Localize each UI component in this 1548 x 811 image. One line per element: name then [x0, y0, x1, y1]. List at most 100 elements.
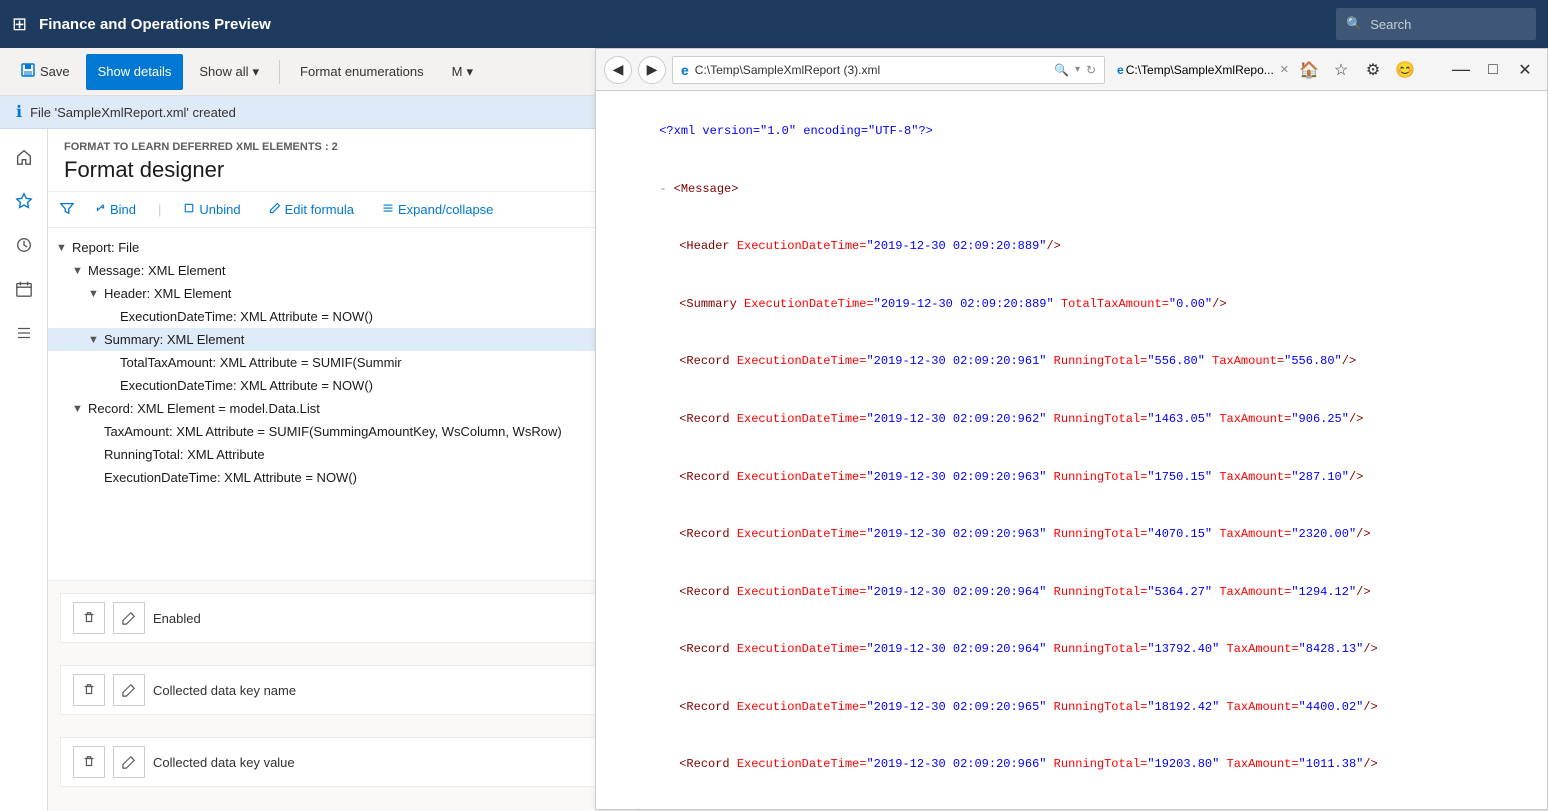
format-subtitle: FORMAT TO LEARN DEFERRED XML ELEMENTS : … — [64, 141, 621, 153]
xml-record-9: <Record ExecutionDateTime="2019-12-30 02… — [616, 794, 1527, 809]
tab2-close-icon[interactable]: ✕ — [1280, 63, 1289, 76]
home-browser-icon[interactable]: 🏠 — [1295, 56, 1323, 84]
show-details-button[interactable]: Show details — [86, 54, 184, 90]
tree-container: ▼ Report: File ▼ Message: XML Element ▼ … — [48, 228, 637, 580]
tree-item-total-tax-amount[interactable]: TotalTaxAmount: XML Attribute = SUMIF(Su… — [48, 351, 637, 374]
app-title: Finance and Operations Preview — [39, 16, 1324, 33]
search-input[interactable] — [1370, 17, 1510, 32]
back-button[interactable]: ◀ — [604, 56, 632, 84]
xml-record-6: <Record ExecutionDateTime="2019-12-30 02… — [616, 621, 1527, 679]
tab2-title: C:\Temp\SampleXmlRepo... — [1126, 63, 1274, 77]
tree-item-record[interactable]: ▼ Record: XML Element = model.Data.List — [48, 397, 637, 420]
search-icon: 🔍 — [1346, 16, 1362, 32]
app-grid-icon[interactable]: ⊞ — [12, 14, 27, 35]
field-row-enabled: Enabled — [60, 593, 625, 643]
xml-summary: <Summary ExecutionDateTime="2019-12-30 0… — [616, 276, 1527, 334]
ie-address-icon: e — [681, 62, 689, 78]
browser-chrome: ◀ ▶ e C:\Temp\SampleXmlReport (3).xml 🔍 … — [596, 49, 1547, 91]
xml-header: <Header ExecutionDateTime="2019-12-30 02… — [616, 218, 1527, 276]
notification-message: File 'SampleXmlReport.xml' created — [30, 105, 236, 120]
xml-viewer-panel: ◀ ▶ e C:\Temp\SampleXmlReport (3).xml 🔍 … — [595, 48, 1548, 810]
refresh-icon[interactable]: ↻ — [1086, 63, 1096, 77]
expand-icon — [382, 202, 394, 217]
address-bar[interactable]: e C:\Temp\SampleXmlReport (3).xml 🔍 ▾ ↻ — [672, 56, 1105, 84]
tree-item-execution-datetime-2[interactable]: ExecutionDateTime: XML Attribute = NOW() — [48, 374, 637, 397]
save-icon — [20, 62, 36, 81]
xml-record-1: <Record ExecutionDateTime="2019-12-30 02… — [616, 333, 1527, 391]
unbind-icon — [183, 202, 195, 217]
tree-item-report[interactable]: ▼ Report: File — [48, 236, 637, 259]
left-sidebar — [0, 129, 48, 811]
tab2-favicon: e — [1117, 63, 1124, 77]
window-controls: 🏠 ☆ ⚙ 😊 — □ ✕ — [1295, 56, 1539, 84]
edit-enabled-button[interactable] — [113, 602, 145, 634]
fav-browser-icon[interactable]: ☆ — [1327, 56, 1355, 84]
format-designer-panel: FORMAT TO LEARN DEFERRED XML ELEMENTS : … — [48, 129, 638, 811]
tree-item-message[interactable]: ▼ Message: XML Element — [48, 259, 637, 282]
xml-message-open: - <Message> — [616, 161, 1527, 219]
sidebar-clock-icon[interactable] — [4, 225, 44, 265]
more-button[interactable]: M ▾ — [440, 54, 485, 90]
sidebar-star-icon[interactable] — [4, 181, 44, 221]
info-icon: ℹ — [16, 102, 22, 122]
search-box[interactable]: 🔍 — [1336, 8, 1536, 40]
pencil-icon — [269, 202, 281, 217]
minimize-window-button[interactable]: — — [1447, 56, 1475, 84]
field-label-enabled: Enabled — [153, 611, 201, 626]
dropdown-address-icon[interactable]: ▾ — [1075, 64, 1080, 75]
filter-icon[interactable] — [60, 201, 74, 218]
search-address-icon[interactable]: 🔍 — [1054, 63, 1069, 77]
maximize-window-button[interactable]: □ — [1479, 56, 1507, 84]
sidebar-home-icon[interactable] — [4, 137, 44, 177]
field-label-collected-key-value: Collected data key value — [153, 755, 295, 770]
sidebar-list-icon[interactable] — [4, 313, 44, 353]
tree-item-tax-amount[interactable]: TaxAmount: XML Attribute = SUMIF(Summing… — [48, 420, 637, 443]
xml-record-5: <Record ExecutionDateTime="2019-12-30 02… — [616, 564, 1527, 622]
delete-key-name-button[interactable] — [73, 674, 105, 706]
delete-key-value-button[interactable] — [73, 746, 105, 778]
collapse-icon-record: ▼ — [72, 403, 88, 415]
format-title: Format designer — [64, 157, 621, 183]
bind-button[interactable]: Bind — [86, 198, 144, 221]
forward-button[interactable]: ▶ — [638, 56, 666, 84]
xml-declaration: <?xml version="1.0" encoding="UTF-8"?> — [616, 103, 1527, 161]
action-bar: Bind | Unbind Edit formula Expand/collap… — [48, 192, 637, 228]
field-row-collected-key-name: Collected data key name — [60, 665, 625, 715]
xml-record-2: <Record ExecutionDateTime="2019-12-30 02… — [616, 391, 1527, 449]
settings-browser-icon[interactable]: ⚙ — [1359, 56, 1387, 84]
save-button[interactable]: Save — [8, 54, 82, 90]
xml-record-7: <Record ExecutionDateTime="2019-12-30 02… — [616, 679, 1527, 737]
field-label-collected-key-name: Collected data key name — [153, 683, 296, 698]
xml-record-4: <Record ExecutionDateTime="2019-12-30 02… — [616, 506, 1527, 564]
format-enumerations-button[interactable]: Format enumerations — [288, 54, 436, 90]
edit-key-name-button[interactable] — [113, 674, 145, 706]
tree-item-summary[interactable]: ▼ Summary: XML Element — [48, 328, 637, 351]
collapse-icon-report: ▼ — [56, 242, 72, 254]
dropdown-arrow-icon: ▾ — [253, 64, 260, 80]
xml-content: <?xml version="1.0" encoding="UTF-8"?> -… — [596, 91, 1547, 809]
tree-item-execution-datetime[interactable]: ExecutionDateTime: XML Attribute = NOW() — [48, 305, 637, 328]
top-nav-bar: ⊞ Finance and Operations Preview 🔍 — [0, 0, 1548, 48]
field-row-collected-key-value: Collected data key value — [60, 737, 625, 787]
address-text: C:\Temp\SampleXmlReport (3).xml — [695, 63, 1048, 77]
delete-enabled-button[interactable] — [73, 602, 105, 634]
tree-item-header[interactable]: ▼ Header: XML Element — [48, 282, 637, 305]
edit-key-value-button[interactable] — [113, 746, 145, 778]
unbind-button[interactable]: Unbind — [175, 198, 248, 221]
edit-formula-button[interactable]: Edit formula — [261, 198, 362, 221]
xml-record-8: <Record ExecutionDateTime="2019-12-30 02… — [616, 736, 1527, 794]
sidebar-calendar-icon[interactable] — [4, 269, 44, 309]
collapse-icon-header: ▼ — [88, 288, 104, 300]
collapse-icon-message: ▼ — [72, 265, 88, 277]
emoji-browser-icon[interactable]: 😊 — [1391, 56, 1419, 84]
bind-icon — [94, 202, 106, 217]
tree-item-execution-datetime-3[interactable]: ExecutionDateTime: XML Attribute = NOW() — [48, 466, 637, 489]
show-all-button[interactable]: Show all ▾ — [187, 54, 271, 90]
xml-record-3: <Record ExecutionDateTime="2019-12-30 02… — [616, 448, 1527, 506]
more-dropdown-icon: ▾ — [466, 64, 473, 80]
close-window-button[interactable]: ✕ — [1511, 56, 1539, 84]
toolbar-separator-1 — [279, 60, 280, 84]
tree-item-running-total[interactable]: RunningTotal: XML Attribute — [48, 443, 637, 466]
format-header: FORMAT TO LEARN DEFERRED XML ELEMENTS : … — [48, 129, 637, 192]
expand-collapse-button[interactable]: Expand/collapse — [374, 198, 501, 221]
